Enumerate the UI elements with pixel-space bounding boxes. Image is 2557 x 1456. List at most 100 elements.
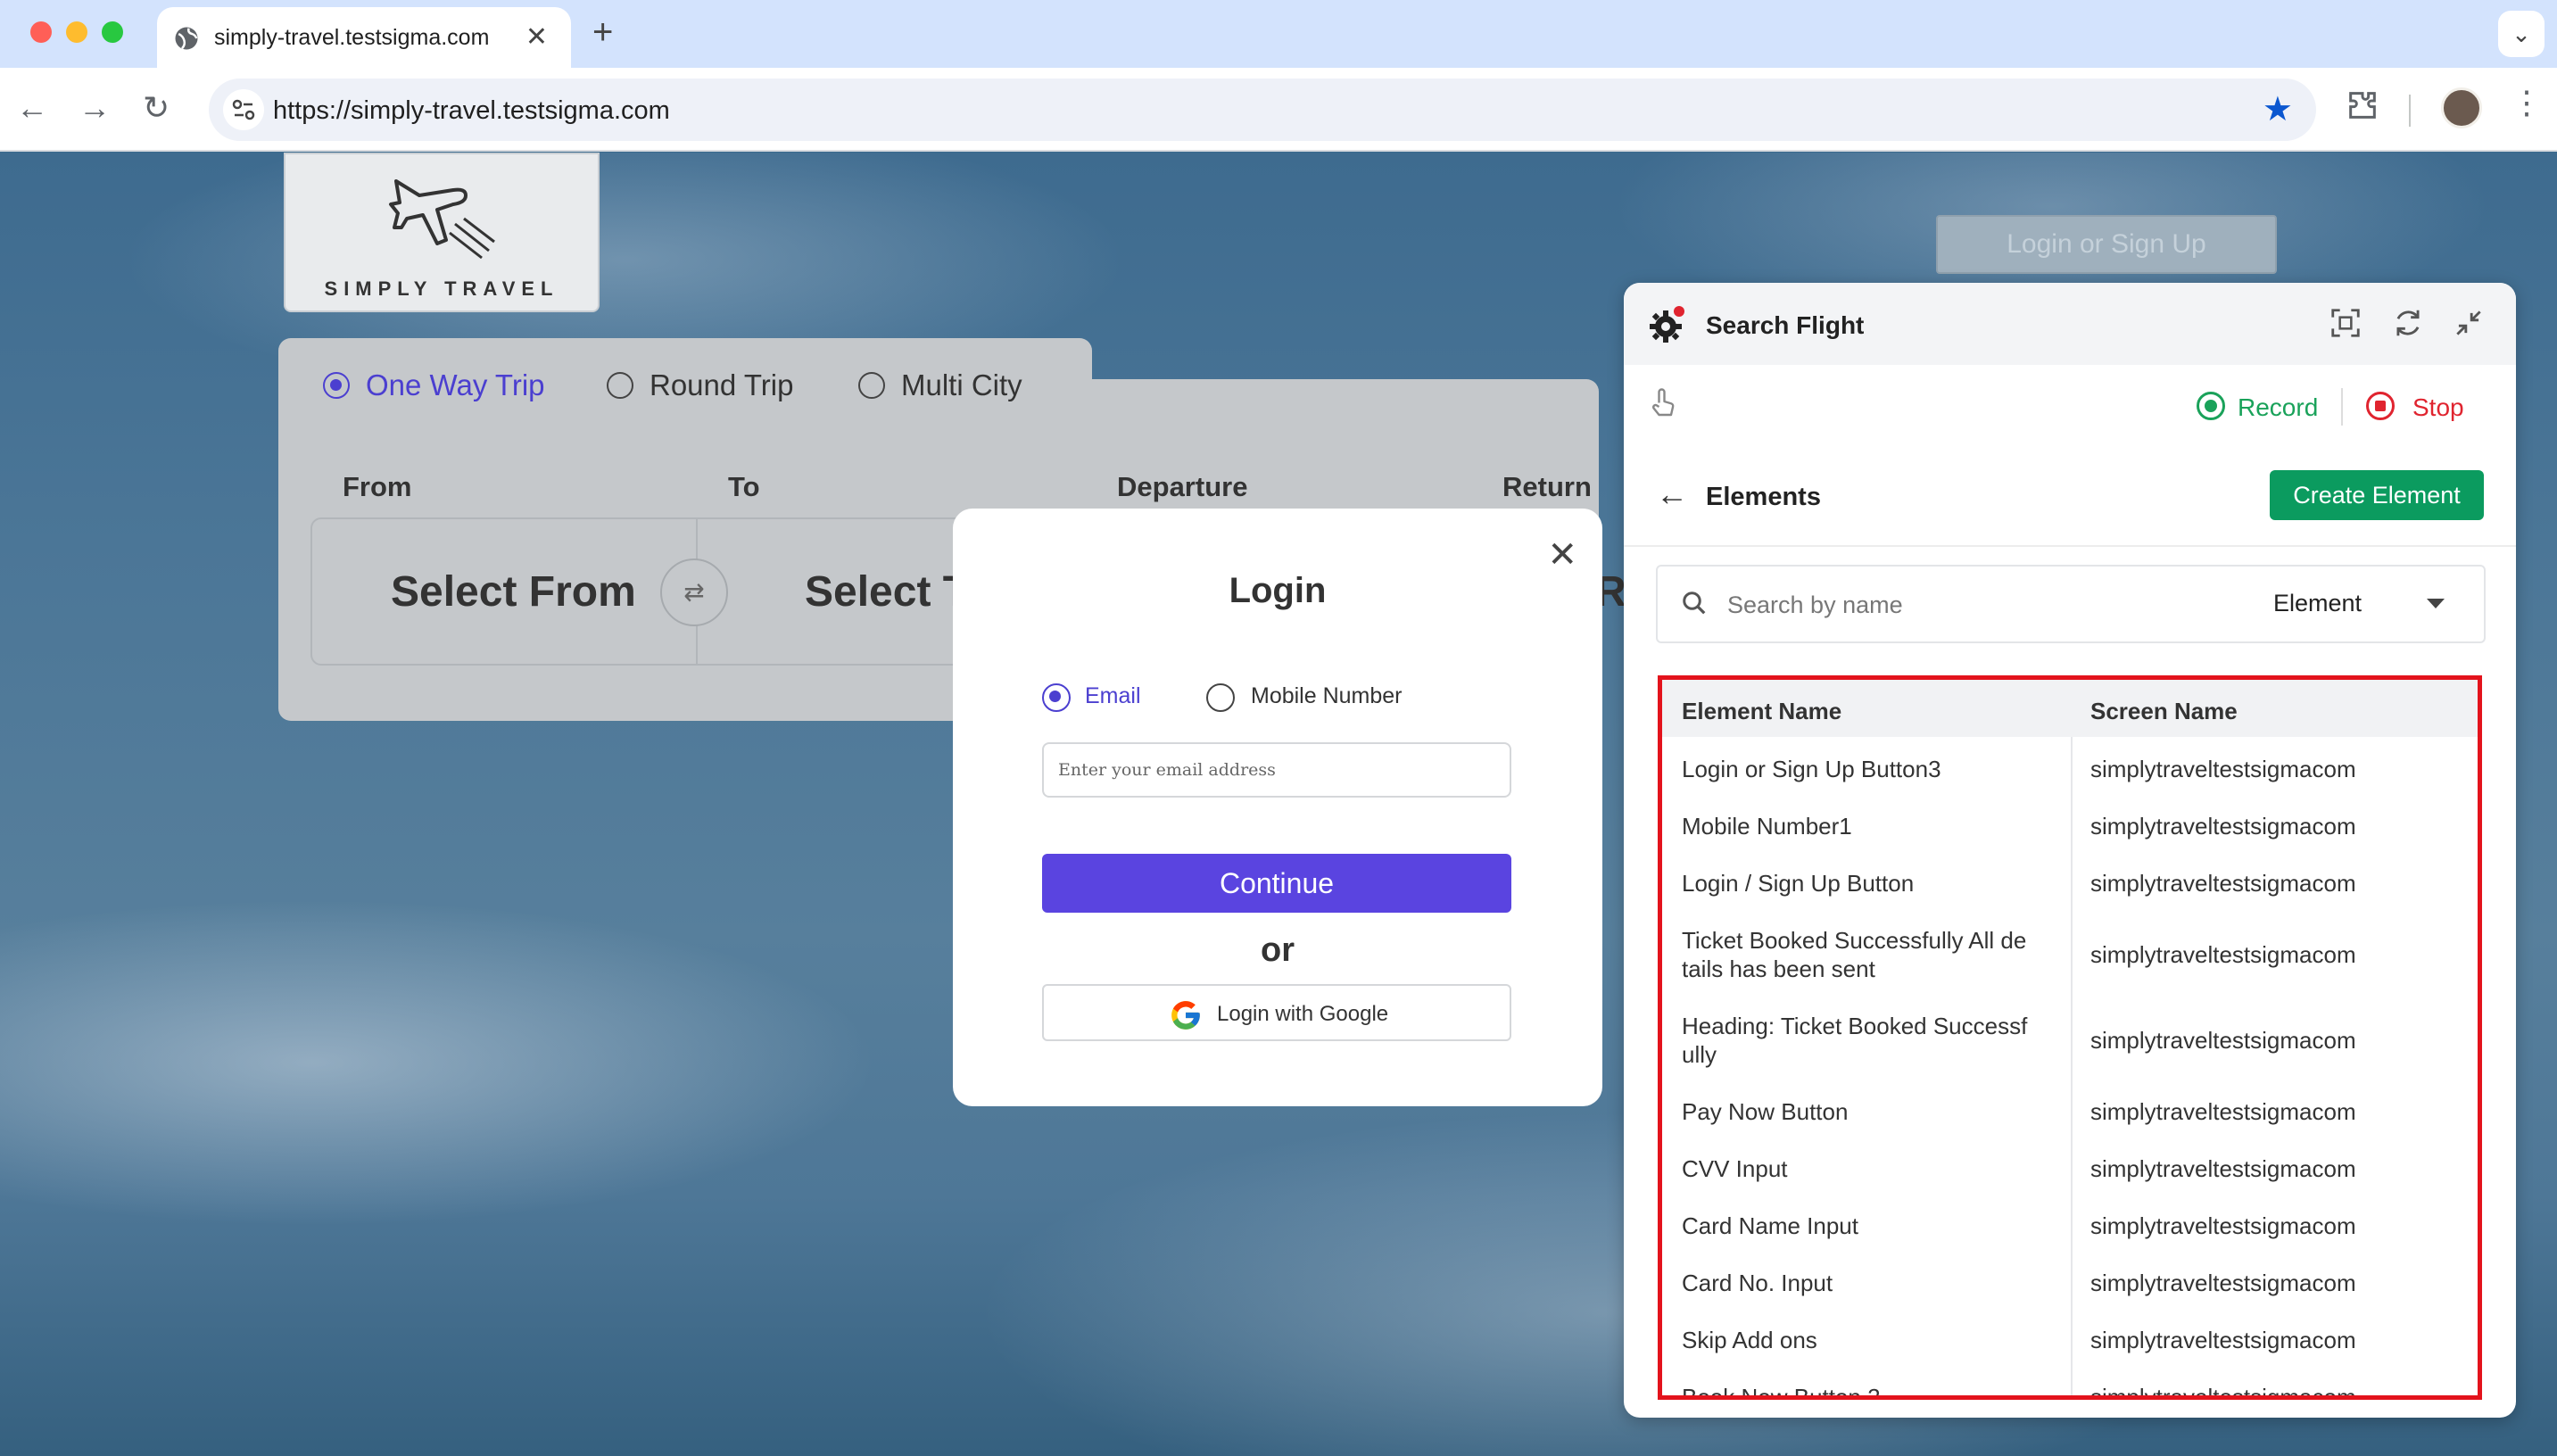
email-input[interactable] xyxy=(1042,742,1511,798)
record-icon[interactable] xyxy=(2197,392,2225,420)
address-bar[interactable]: https://simply-travel.testsigma.com ★ xyxy=(209,79,2316,141)
elements-title: Elements xyxy=(1706,483,1821,511)
multi-city-radio[interactable] xyxy=(858,372,885,399)
testsigma-gear-icon xyxy=(1650,306,1684,343)
swap-route-icon[interactable]: ⇄ xyxy=(660,558,728,626)
screen-name-cell: simplytraveltestsigmacom xyxy=(2090,1212,2356,1239)
back-arrow-icon[interactable]: ← xyxy=(1656,476,1688,513)
trip-round-label[interactable]: Round Trip xyxy=(650,368,793,402)
profile-avatar[interactable] xyxy=(2441,87,2482,128)
screen-name-cell: simplytraveltestsigmacom xyxy=(2090,870,2356,897)
back-arrow-icon[interactable]: ← xyxy=(16,89,48,127)
to-label: To xyxy=(728,471,760,502)
panel-header: Search Flight xyxy=(1624,283,2516,365)
element-name-cell: Card Name Input xyxy=(1682,1212,1858,1239)
element-type-select[interactable]: Element xyxy=(2273,590,2362,617)
chevron-down-icon[interactable] xyxy=(2427,599,2445,608)
pointer-hand-icon[interactable] xyxy=(1647,386,1679,422)
screen-name-cell: simplytraveltestsigmacom xyxy=(2090,756,2356,782)
bookmark-star-icon[interactable]: ★ xyxy=(2263,89,2293,129)
column-element-name[interactable]: Element Name xyxy=(1682,698,1841,725)
select-to-field[interactable]: Select T xyxy=(805,567,969,616)
email-option-label[interactable]: Email xyxy=(1085,683,1141,709)
recorder-side-panel: Search Flight Record Stop ← Elements Cre… xyxy=(1624,283,2516,1418)
maximize-window-button[interactable] xyxy=(102,21,123,43)
extensions-icon[interactable] xyxy=(2345,87,2380,123)
reload-icon[interactable]: ↻ xyxy=(143,89,170,127)
mobile-number-radio[interactable] xyxy=(1206,683,1235,712)
select-from-field[interactable]: Select From xyxy=(391,567,636,616)
url-text[interactable]: https://simply-travel.testsigma.com xyxy=(273,96,670,126)
one-way-radio[interactable] xyxy=(323,372,350,399)
element-name-cell: Pay Now Button xyxy=(1682,1098,1849,1125)
site-login-signup-button[interactable]: Login or Sign Up xyxy=(1936,215,2277,274)
google-icon xyxy=(1171,1001,1200,1030)
from-label: From xyxy=(343,471,412,502)
brand-name: SIMPLY TRAVEL xyxy=(324,277,559,300)
element-name-cell: Login or Sign Up Button3 xyxy=(1682,756,1941,782)
recording-controls: Record Stop xyxy=(1624,365,2516,454)
element-name-cell: Ticket Booked Successfully All de tails … xyxy=(1682,927,2027,982)
screen-name-cell: simplytraveltestsigmacom xyxy=(2090,1327,2356,1353)
return-label: Return xyxy=(1502,471,1592,502)
tab-search-chevron-icon[interactable]: ⌄ xyxy=(2498,11,2545,57)
close-window-button[interactable] xyxy=(30,21,52,43)
screen-name-cell: simplytraveltestsigmacom xyxy=(2090,813,2356,840)
airplane-logo-icon xyxy=(389,179,495,260)
refresh-icon[interactable] xyxy=(2391,306,2425,340)
close-tab-icon[interactable]: ✕ xyxy=(525,21,548,53)
stop-button[interactable]: Stop xyxy=(2412,393,2464,422)
brand-logo[interactable]: SIMPLY TRAVEL xyxy=(284,153,600,312)
table-header: Element Name Screen Name xyxy=(1662,680,2478,737)
browser-toolbar: ← → ↻ https://simply-travel.testsigma.co… xyxy=(0,68,2557,152)
search-icon xyxy=(1683,592,1706,615)
create-element-button[interactable]: Create Element xyxy=(2270,470,2484,520)
element-name-cell: Heading: Ticket Booked Successf ully xyxy=(1682,1013,2028,1068)
site-settings-tune-icon[interactable] xyxy=(223,89,264,130)
search-input[interactable] xyxy=(1727,586,2173,624)
element-search-box: Element xyxy=(1656,565,2486,643)
screen-name-cell: simplytraveltestsigmacom xyxy=(2090,1027,2356,1054)
login-with-google-button[interactable]: Login with Google xyxy=(1042,984,1511,1041)
stop-icon[interactable] xyxy=(2366,392,2395,420)
round-trip-radio[interactable] xyxy=(607,372,633,399)
trip-multi-city-label[interactable]: Multi City xyxy=(901,368,1022,402)
toolbar-separator xyxy=(2409,95,2411,127)
elements-header: ← Elements Create Element xyxy=(1624,454,2516,547)
column-divider xyxy=(2071,737,2073,1395)
trip-one-way-label[interactable]: One Way Trip xyxy=(366,368,545,402)
element-name-cell: Card No. Input xyxy=(1682,1270,1833,1296)
forward-arrow-icon[interactable]: → xyxy=(79,89,111,127)
element-name-cell: CVV Input xyxy=(1682,1155,1788,1182)
screen-name-cell: simplytraveltestsigmacom xyxy=(2090,941,2356,968)
close-icon[interactable]: ✕ xyxy=(1547,537,1577,573)
screen-name-cell: simplytraveltestsigmacom xyxy=(2090,1155,2356,1182)
screen-name-cell: simplytraveltestsigmacom xyxy=(2090,1384,2356,1400)
column-screen-name[interactable]: Screen Name xyxy=(2090,698,2238,725)
controls-separator xyxy=(2341,388,2343,426)
record-button[interactable]: Record xyxy=(2238,393,2318,422)
kebab-menu-icon[interactable]: ⋮ xyxy=(2511,84,2543,121)
browser-tab-bar: simply-travel.testsigma.com ✕ + ⌄ xyxy=(0,0,2557,68)
collapse-panel-icon[interactable] xyxy=(2452,306,2486,340)
browser-tab[interactable]: simply-travel.testsigma.com ✕ xyxy=(157,7,571,68)
element-name-cell: Book Now Button 2 xyxy=(1682,1384,1881,1400)
globe-icon xyxy=(175,27,198,50)
departure-label: Departure xyxy=(1117,471,1248,502)
mobile-number-option-label[interactable]: Mobile Number xyxy=(1251,683,1403,709)
minimize-window-button[interactable] xyxy=(66,21,87,43)
element-name-cell: Login / Sign Up Button xyxy=(1682,870,1915,897)
element-name-cell: Mobile Number1 xyxy=(1682,813,1852,840)
panel-title: Search Flight xyxy=(1706,311,1865,339)
new-tab-icon[interactable]: + xyxy=(592,12,613,53)
google-button-label: Login with Google xyxy=(1217,1002,1389,1026)
tab-title: simply-travel.testsigma.com xyxy=(214,25,490,50)
elements-table: Element Name Screen Name Login or Sign U… xyxy=(1658,675,2482,1400)
login-title: Login xyxy=(1229,571,1327,610)
continue-button[interactable]: Continue xyxy=(1042,854,1511,913)
email-radio[interactable] xyxy=(1042,683,1071,712)
or-divider-text: or xyxy=(1261,931,1295,969)
capture-screen-icon[interactable] xyxy=(2329,306,2363,340)
element-name-cell: Skip Add ons xyxy=(1682,1327,1817,1353)
login-modal: ✕ Login Email Mobile Number Continue or … xyxy=(953,509,1602,1106)
